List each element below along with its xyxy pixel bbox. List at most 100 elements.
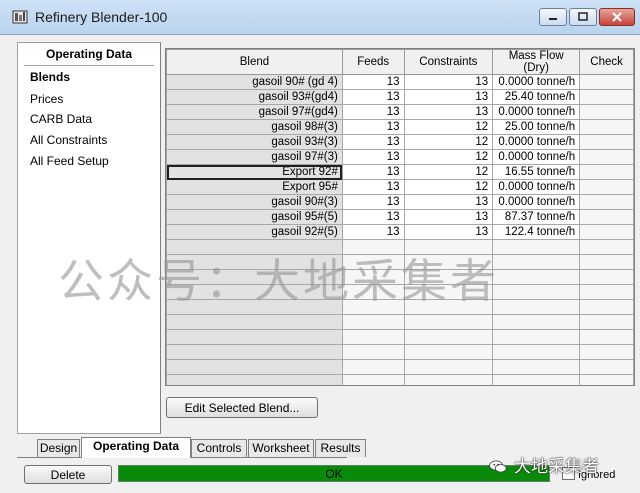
empty-cell[interactable]	[166, 254, 343, 270]
blend-cell[interactable]: gasoil 90#(3)	[166, 194, 343, 210]
tab-results[interactable]: Results	[315, 439, 366, 457]
empty-cell[interactable]	[579, 254, 634, 270]
mass-flow-cell[interactable]: 16.55 tonne/h	[492, 164, 581, 180]
col-header-feeds[interactable]: Feeds	[341, 49, 405, 75]
mass-flow-cell[interactable]: 25.40 tonne/h	[492, 89, 581, 105]
empty-row[interactable]	[166, 239, 634, 255]
mass-flow-cell[interactable]: 0.0000 tonne/h	[492, 134, 581, 150]
empty-cell[interactable]	[579, 239, 634, 255]
feeds-cell[interactable]: 13	[341, 164, 405, 180]
table-row[interactable]: gasoil 97#(3) 13 12 0.0000 tonne/h	[166, 149, 634, 165]
check-cell[interactable]	[579, 104, 634, 120]
mass-flow-cell[interactable]: 0.0000 tonne/h	[492, 194, 581, 210]
nav-item-prices[interactable]: Prices	[30, 92, 63, 106]
empty-row[interactable]	[166, 329, 634, 345]
delete-button[interactable]: Delete	[24, 465, 112, 484]
empty-cell[interactable]	[579, 329, 634, 345]
blend-cell[interactable]: gasoil 97#(3)	[166, 149, 343, 165]
blend-cell[interactable]: gasoil 98#(3)	[166, 119, 343, 135]
table-row[interactable]: gasoil 90#(3) 13 13 0.0000 tonne/h	[166, 194, 634, 210]
empty-row[interactable]	[166, 299, 634, 315]
feeds-cell[interactable]: 13	[341, 74, 405, 90]
empty-cell[interactable]	[166, 344, 343, 360]
empty-cell[interactable]	[403, 314, 494, 330]
empty-cell[interactable]	[579, 299, 634, 315]
check-cell[interactable]	[579, 179, 634, 195]
check-cell[interactable]	[579, 194, 634, 210]
empty-cell[interactable]	[341, 359, 405, 375]
empty-cell[interactable]	[166, 329, 343, 345]
blend-cell[interactable]: gasoil 93#(3)	[166, 134, 343, 150]
feeds-cell[interactable]: 13	[341, 134, 405, 150]
constraints-cell[interactable]: 13	[403, 209, 494, 225]
check-cell[interactable]	[579, 134, 634, 150]
mass-flow-cell[interactable]: 0.0000 tonne/h	[492, 104, 581, 120]
nav-item-carb-data[interactable]: CARB Data	[30, 112, 92, 126]
nav-item-all-feed-setup[interactable]: All Feed Setup	[30, 154, 109, 168]
constraints-cell[interactable]: 13	[403, 194, 494, 210]
blend-cell[interactable]: gasoil 95#(5)	[166, 209, 343, 225]
mass-flow-cell[interactable]: 0.0000 tonne/h	[492, 179, 581, 195]
mass-flow-cell[interactable]: 25.00 tonne/h	[492, 119, 581, 135]
feeds-cell[interactable]: 13	[341, 89, 405, 105]
empty-cell[interactable]	[341, 284, 405, 300]
empty-row[interactable]	[166, 284, 634, 300]
blend-cell[interactable]: Export 92#	[166, 164, 343, 180]
tab-controls[interactable]: Controls	[191, 439, 247, 457]
tab-design[interactable]: Design	[37, 439, 80, 457]
empty-cell[interactable]	[492, 359, 581, 375]
empty-cell[interactable]	[579, 284, 634, 300]
mass-flow-cell[interactable]: 122.4 tonne/h	[492, 224, 581, 240]
ignored-checkbox[interactable]: Ignored	[562, 467, 615, 481]
empty-cell[interactable]	[166, 299, 343, 315]
table-row[interactable]: gasoil 98#(3) 13 12 25.00 tonne/h	[166, 119, 634, 135]
empty-cell[interactable]	[166, 239, 343, 255]
constraints-cell[interactable]: 12	[403, 179, 494, 195]
mass-flow-cell[interactable]: 0.0000 tonne/h	[492, 74, 581, 90]
empty-cell[interactable]	[403, 269, 494, 285]
nav-item-blends[interactable]: Blends	[30, 70, 70, 84]
title-bar[interactable]: Refinery Blender-100	[0, 0, 640, 35]
empty-cell[interactable]	[403, 239, 494, 255]
table-row[interactable]: gasoil 93#(gd4) 13 13 25.40 tonne/h	[166, 89, 634, 105]
empty-cell[interactable]	[403, 299, 494, 315]
table-row[interactable]: gasoil 95#(5) 13 13 87.37 tonne/h	[166, 209, 634, 225]
empty-cell[interactable]	[166, 284, 343, 300]
empty-row[interactable]	[166, 269, 634, 285]
blends-grid[interactable]: Blend Feeds Constraints Mass Flow (Dry) …	[165, 48, 635, 386]
empty-row[interactable]	[166, 254, 634, 270]
empty-cell[interactable]	[492, 344, 581, 360]
empty-cell[interactable]	[403, 284, 494, 300]
maximize-button[interactable]	[569, 8, 597, 26]
table-row[interactable]: gasoil 92#(5) 13 13 122.4 tonne/h	[166, 224, 634, 240]
constraints-cell[interactable]: 13	[403, 224, 494, 240]
table-row[interactable]: Export 95# 13 12 0.0000 tonne/h	[166, 179, 634, 195]
table-row[interactable]: gasoil 93#(3) 13 12 0.0000 tonne/h	[166, 134, 634, 150]
empty-cell[interactable]	[341, 269, 405, 285]
empty-cell[interactable]	[166, 314, 343, 330]
empty-cell[interactable]	[403, 374, 494, 385]
empty-cell[interactable]	[579, 269, 634, 285]
tab-worksheet[interactable]: Worksheet	[248, 439, 314, 457]
nav-item-all-constraints[interactable]: All Constraints	[30, 133, 107, 147]
empty-row[interactable]	[166, 314, 634, 330]
empty-cell[interactable]	[341, 314, 405, 330]
constraints-cell[interactable]: 12	[403, 134, 494, 150]
constraints-cell[interactable]: 12	[403, 164, 494, 180]
mass-flow-cell[interactable]: 0.0000 tonne/h	[492, 149, 581, 165]
col-header-check[interactable]: Check	[579, 49, 634, 75]
empty-cell[interactable]	[492, 254, 581, 270]
check-cell[interactable]	[579, 209, 634, 225]
empty-cell[interactable]	[341, 239, 405, 255]
check-cell[interactable]	[579, 164, 634, 180]
feeds-cell[interactable]: 13	[341, 149, 405, 165]
blend-cell[interactable]: Export 95#	[166, 179, 343, 195]
check-cell[interactable]	[579, 149, 634, 165]
blend-cell[interactable]: gasoil 97#(gd4)	[166, 104, 343, 120]
blend-cell[interactable]: gasoil 90# (gd 4)	[166, 74, 343, 90]
empty-cell[interactable]	[492, 329, 581, 345]
empty-cell[interactable]	[341, 329, 405, 345]
empty-cell[interactable]	[166, 269, 343, 285]
feeds-cell[interactable]: 13	[341, 104, 405, 120]
empty-cell[interactable]	[492, 374, 581, 385]
